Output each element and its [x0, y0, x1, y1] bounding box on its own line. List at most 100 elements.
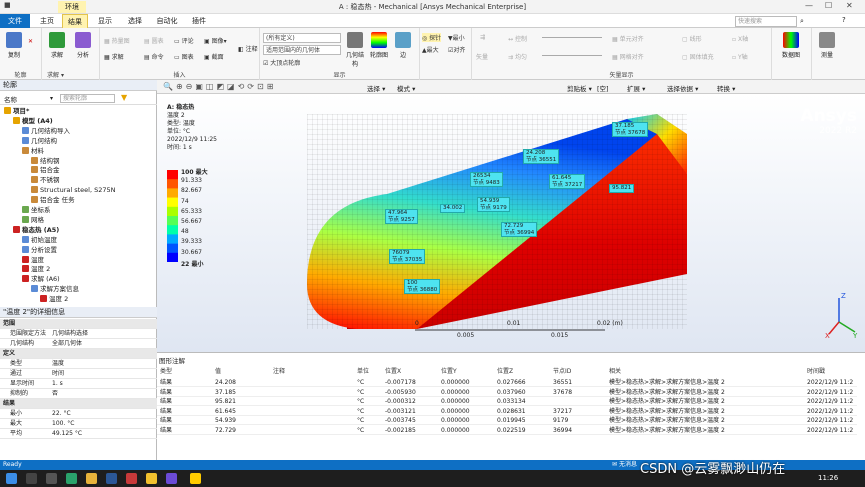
- uniform-button[interactable]: ⇉ 均匀: [508, 52, 527, 61]
- column-header[interactable]: 位置Z: [497, 367, 513, 376]
- probe-callout[interactable]: 24.208 节点 36551: [523, 149, 560, 164]
- chevron-down-icon[interactable]: ▾: [50, 95, 53, 102]
- tab-display[interactable]: 显示: [92, 14, 118, 28]
- app-icon-3[interactable]: [146, 473, 157, 484]
- axis-triad[interactable]: Z Y X: [825, 292, 861, 338]
- quick-search-input[interactable]: 快速搜索: [735, 16, 797, 27]
- analysis-button[interactable]: 分析: [72, 32, 94, 59]
- graphics-viewport[interactable]: A: 稳态热 温度 2 类型: 温度 单位: °C 2022/12/9 11:25 时间:…: [157, 94, 865, 352]
- maximize-button[interactable]: ☐: [825, 1, 832, 10]
- app-icon-2[interactable]: [126, 473, 137, 484]
- app-icon-1[interactable]: [106, 473, 117, 484]
- details-row[interactable]: 范围限定方法 几何结构选择: [0, 329, 157, 339]
- details-row[interactable]: 平均 49.125 °C: [0, 429, 157, 439]
- clipboard-menu[interactable]: 剪贴板 ▾: [567, 83, 592, 93]
- messages-indicator[interactable]: ✉ 无消息: [612, 460, 637, 470]
- ansys-taskbar-icon[interactable]: [190, 473, 201, 484]
- geometry-button[interactable]: 几何结构: [344, 32, 366, 68]
- tree-item[interactable]: 铝合金 任务: [31, 195, 75, 205]
- tree-item[interactable]: 材料: [22, 146, 44, 156]
- comment-button[interactable]: ▭ 评论: [174, 36, 194, 45]
- vector-length-slider[interactable]: [542, 37, 602, 38]
- details-row[interactable]: 显示时间 1. s: [0, 379, 157, 389]
- tree-item[interactable]: 铝合金: [31, 165, 60, 175]
- probe-button[interactable]: ◎ 探针: [422, 33, 442, 42]
- tab-file[interactable]: 文件: [0, 14, 30, 28]
- view-tools-icons[interactable]: 🔍⊕⊖▣◫◩◪⟲⟳⊡⊞: [163, 82, 276, 91]
- tab-selection[interactable]: 选择: [122, 14, 148, 28]
- heatmap-button[interactable]: ▦ 热量图: [104, 36, 130, 45]
- probe-callout[interactable]: 76079 节点 37035: [389, 249, 426, 264]
- column-header[interactable]: 单位: [357, 367, 369, 376]
- explorer-icon[interactable]: [86, 473, 97, 484]
- tree-item[interactable]: 几何结构: [22, 136, 57, 146]
- probe-callout[interactable]: 47.964 节点 9257: [385, 209, 418, 224]
- column-header[interactable]: 节点ID: [553, 367, 571, 376]
- table-row[interactable]: 结果 54.939 °C -0.003745 0.000000 0.019945 9179 模…: [157, 416, 857, 425]
- probe-callout[interactable]: 54.939 节点 9179: [477, 197, 510, 212]
- convert-menu[interactable]: 转换 ▾: [717, 83, 735, 93]
- minimize-button[interactable]: —: [805, 1, 813, 10]
- probe-callout[interactable]: 100 节点 36880: [404, 279, 441, 294]
- details-section[interactable]: 定义: [0, 349, 157, 359]
- tab-automation[interactable]: 自动化: [152, 14, 182, 28]
- table-row[interactable]: 结果 24.208 °C -0.007178 0.000000 0.027666 36551…: [157, 378, 857, 387]
- section-button[interactable]: ▣ 截面: [204, 52, 224, 61]
- scope-select[interactable]: (所有定义): [263, 33, 341, 43]
- measure-button[interactable]: 测量: [816, 32, 838, 59]
- details-section[interactable]: 结果: [0, 399, 157, 409]
- details-row[interactable]: 抑制的 否: [0, 389, 157, 399]
- vector-density-slider[interactable]: [542, 55, 602, 56]
- column-header[interactable]: 注释: [273, 367, 285, 376]
- delete-icon[interactable]: ✕: [28, 38, 33, 45]
- details-row[interactable]: 最大 100. °C: [0, 419, 157, 429]
- copy-button[interactable]: 复制: [3, 32, 25, 59]
- tab-home[interactable]: 主页: [34, 14, 60, 28]
- max-button[interactable]: ▲最大: [422, 45, 439, 54]
- probe-callout[interactable]: 34.002: [440, 204, 466, 213]
- details-section[interactable]: 范围: [0, 319, 157, 329]
- details-row[interactable]: 类型 温度: [0, 359, 157, 369]
- probe-callout[interactable]: 26534 节点 9483: [470, 172, 503, 187]
- control-button[interactable]: ↔ 控制: [508, 34, 527, 43]
- extend-menu[interactable]: 扩展 ▾: [627, 83, 645, 93]
- table-row[interactable]: 结果 61.645 °C -0.003121 0.000000 0.028631 37217…: [157, 407, 857, 416]
- column-header[interactable]: 时间戳: [807, 367, 825, 376]
- taskbar-search-icon[interactable]: [26, 473, 37, 484]
- tree-item[interactable]: 分析设置: [22, 245, 57, 255]
- tree-item[interactable]: 几何结构导入: [22, 126, 70, 136]
- probe-callout[interactable]: 72.729 节点 36994: [501, 222, 538, 237]
- edge-icon[interactable]: [66, 473, 77, 484]
- column-header[interactable]: 位置Y: [441, 367, 457, 376]
- table-row[interactable]: 结果 72.729 °C -0.002185 0.000000 0.022519 36994…: [157, 426, 857, 435]
- select-by-menu[interactable]: 选择依据 ▾: [667, 83, 698, 93]
- image-button[interactable]: ▣ 图像▾: [204, 36, 227, 45]
- outline-search-input[interactable]: 搜索轮廓: [60, 94, 115, 103]
- annotation-button[interactable]: ◧ 注释: [238, 44, 258, 53]
- max-contour-checkbox[interactable]: ☑ 大顶点轮廓: [263, 58, 300, 67]
- column-header[interactable]: 相关: [609, 367, 621, 376]
- tab-addins[interactable]: 插件: [186, 14, 212, 28]
- tree-item[interactable]: 网格: [22, 215, 44, 225]
- start-icon[interactable]: [6, 473, 17, 484]
- solution-button[interactable]: ▦ 求解: [104, 52, 124, 61]
- solve-button[interactable]: 求解: [46, 32, 68, 59]
- details-row[interactable]: 通过 时间: [0, 369, 157, 379]
- tree-item[interactable]: 模型 (A4): [13, 116, 53, 126]
- tree-item[interactable]: Structural steel, S275N: [31, 185, 116, 195]
- plot-button[interactable]: ▭ 图表: [174, 52, 194, 61]
- details-row[interactable]: 最小 22. °C: [0, 409, 157, 419]
- filter-icon[interactable]: ▼: [121, 93, 127, 102]
- contour-button[interactable]: 轮廓图: [368, 32, 390, 59]
- tree-item[interactable]: 求解方案信息: [31, 284, 79, 294]
- geometry-scope-select[interactable]: 适用范围内的几何体: [263, 45, 341, 55]
- tree-item[interactable]: 项目*: [4, 106, 29, 116]
- edges-button[interactable]: 边: [392, 32, 414, 59]
- empty-menu[interactable]: [空]: [597, 83, 609, 93]
- tree-item[interactable]: 温度 2: [40, 294, 68, 304]
- column-header[interactable]: 类型: [160, 367, 172, 376]
- probe-callout[interactable]: 95.821: [609, 184, 635, 193]
- probe-callout[interactable]: 61.645 节点 37217: [549, 174, 586, 189]
- min-button[interactable]: ▼最小: [448, 33, 465, 42]
- column-header[interactable]: 位置X: [385, 367, 401, 376]
